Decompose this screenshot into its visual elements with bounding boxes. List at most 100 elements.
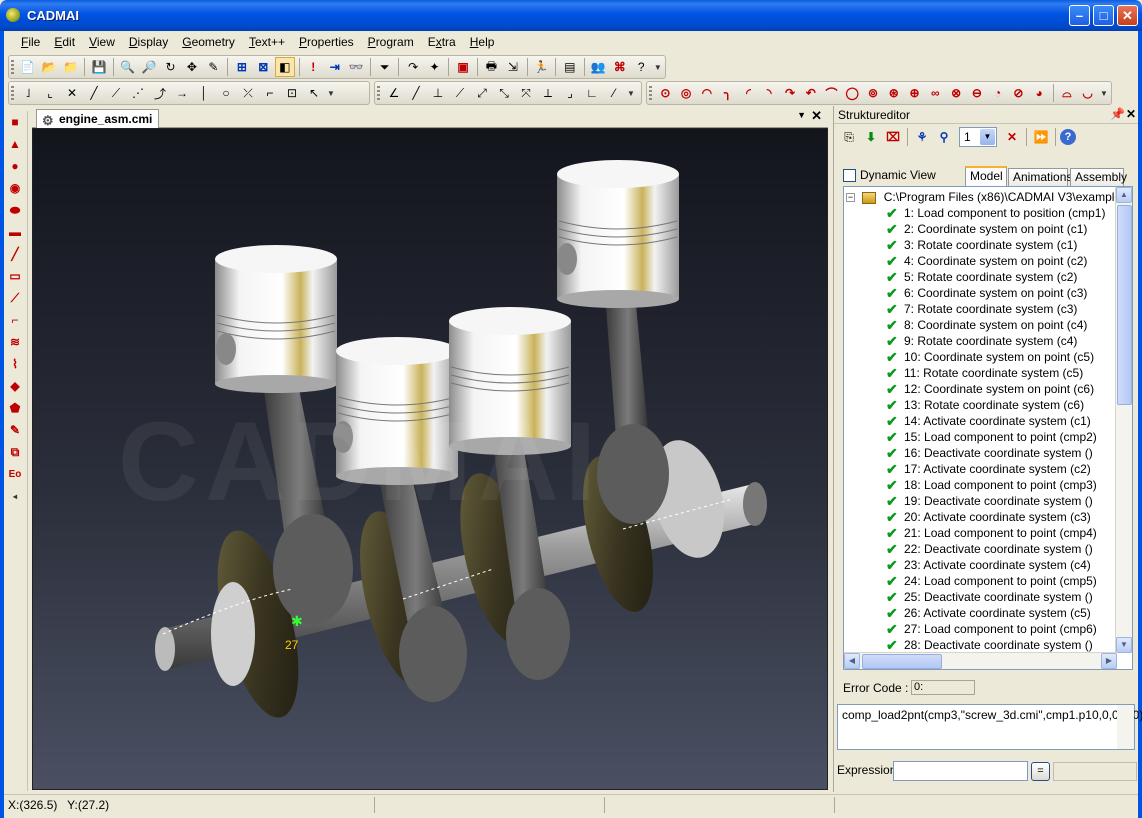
level-select[interactable]: 1 ▼ [959,127,997,147]
arc-circle-icon[interactable]: ⊙ [656,83,675,103]
pyramid-icon[interactable]: ◆ [4,375,26,397]
polyline-icon[interactable]: ⤴ [150,83,170,103]
circle-icon[interactable]: ○ [216,83,236,103]
toolbar-grip[interactable] [11,60,14,75]
menu-display[interactable]: Display [122,35,175,49]
menu-help[interactable]: Help [463,35,502,49]
stop-icon[interactable]: ! [304,57,323,77]
users-icon[interactable]: 👥 [589,57,608,77]
toolbar-overflow-icon[interactable]: ▼ [654,63,662,72]
menu-program[interactable]: Program [361,35,421,49]
tree-item[interactable]: ✔ 4: Coordinate system on point (c2) [886,253,1105,269]
select-mode-icon[interactable]: ◧ [275,57,295,77]
point-icon[interactable]: ˩ [18,83,38,103]
tree-item[interactable]: ✔ 8: Coordinate system on point (c4) [886,317,1105,333]
bend-icon[interactable]: ⌐ [4,309,26,331]
circle-tangent-icon[interactable]: ⊛ [884,83,903,103]
tree-item[interactable]: ✔ 3: Rotate coordinate system (c1) [886,237,1105,253]
collapse-tree-icon[interactable]: ⚲ [934,127,954,147]
menu-view[interactable]: View [82,35,122,49]
dynamic-view-checkbox[interactable]: Dynamic View [843,168,936,182]
tab-list-icon[interactable]: ▼ [797,110,806,120]
tree-vertical-scrollbar[interactable]: ▲ ▼ [1115,187,1132,653]
bisector-icon[interactable]: ⤫ [238,83,258,103]
tree-item[interactable]: ✔ 20: Activate coordinate system (c3) [886,509,1105,525]
eo-icon[interactable]: Eo [4,463,26,485]
redo-icon[interactable]: ↷ [403,57,422,77]
pdf-icon[interactable]: ▣ [453,57,472,77]
cursor-icon[interactable]: ↖ [304,83,324,103]
tree-horizontal-scrollbar[interactable]: ◀ ▶ [844,652,1117,669]
close-document-icon[interactable]: ✕ [811,108,822,124]
tree-item[interactable]: ✔ 15: Load component to point (cmp2) [886,429,1105,445]
circle-3pt-icon[interactable]: ◯ [843,83,862,103]
delete-step-icon[interactable]: ⌧ [883,127,903,147]
tree-item[interactable]: ✔ 14: Activate coordinate system (c1) [886,413,1105,429]
menu-file[interactable]: File [14,35,47,49]
help-icon[interactable]: ? [631,57,650,77]
scroll-right-icon[interactable]: ▶ [1101,653,1117,669]
tree-item[interactable]: ✔ 24: Load component to point (cmp5) [886,573,1105,589]
offset-icon[interactable]: ⟂ [538,83,558,103]
tab-animations[interactable]: Animations [1008,168,1072,186]
circle-arc-icon[interactable]: ◔ [988,83,1007,103]
circle-2pt-icon[interactable]: ⊚ [864,83,883,103]
arc-3d-b-icon[interactable]: ◡ [1078,83,1097,103]
circle-center-icon[interactable]: ◎ [677,83,696,103]
polyhedron-icon[interactable]: ⬟ [4,397,26,419]
wedge-solid-icon[interactable]: ▲ [4,133,26,155]
scroll-left-icon[interactable]: ◀ [844,653,860,669]
tree-root[interactable]: − C:\Program Files (x86)\CADMAI V3\examp… [846,189,1132,205]
tree-item[interactable]: ✔ 16: Deactivate coordinate system () [886,445,1105,461]
open-recent-icon[interactable]: 📁 [61,57,80,77]
boolean-icon[interactable]: ⧉ [4,441,26,463]
arc-icon[interactable]: ◠ [698,83,717,103]
perpendicular-icon[interactable]: ⊥ [428,83,448,103]
arc-corner-icon[interactable]: ╮ [718,83,737,103]
document-tab[interactable]: ⚙ engine_asm.cmi [36,109,160,129]
structure-tree[interactable]: − C:\Program Files (x86)\CADMAI V3\examp… [843,186,1133,670]
expand-tree-icon[interactable]: ⚘ [912,127,932,147]
circle-diam-icon[interactable]: ⊖ [967,83,986,103]
sphere-solid-icon[interactable]: ● [4,155,26,177]
refresh-icon[interactable]: ↻ [161,57,180,77]
tree-item[interactable]: ✔ 10: Coordinate system on point (c5) [886,349,1105,365]
pipe-icon[interactable]: ╱ [4,243,26,265]
open-folder-icon[interactable]: 📂 [39,57,58,77]
tree-item[interactable]: ✔ 23: Activate coordinate system (c4) [886,557,1105,573]
pencil-icon[interactable]: ✎ [204,57,223,77]
tree-item[interactable]: ✔ 18: Load component to point (cmp3) [886,477,1105,493]
slant-line-icon[interactable]: ╱ [406,83,426,103]
diagonal-icon[interactable]: ⤡ [494,83,514,103]
circles-icon[interactable]: ∞ [926,83,945,103]
circle-tan3-icon[interactable]: ⊗ [947,83,966,103]
tree-item[interactable]: ✔ 25: Deactivate coordinate system () [886,589,1105,605]
zoom-window-icon[interactable]: ⊠ [254,57,273,77]
close-window-button[interactable]: ✕ [1117,5,1138,26]
menu-edit[interactable]: Edit [47,35,82,49]
box-solid-icon[interactable]: ■ [4,111,26,133]
circle-radius-icon[interactable]: ⊕ [905,83,924,103]
scroll-thumb[interactable] [1117,205,1132,405]
arc-ccw-icon[interactable]: ↶ [801,83,820,103]
hscroll-thumb[interactable] [862,654,942,669]
circle-end-icon[interactable]: ◕ [1030,83,1049,103]
save-icon[interactable]: 💾 [89,57,108,77]
clear-icon[interactable]: ✕ [1002,127,1022,147]
tangent-icon[interactable]: ⟋ [450,83,470,103]
code-scrollbar[interactable] [1117,705,1134,749]
insert-step-icon[interactable]: ⎘ [839,127,859,147]
zoom-in-icon[interactable]: 🔍 [118,57,137,77]
torus-solid-icon[interactable]: ◉ [4,177,26,199]
menu-extra[interactable]: Extra [421,35,463,49]
tree-item[interactable]: ✔ 26: Activate coordinate system (c5) [886,605,1105,621]
tree-item[interactable]: ✔ 27: Load component to point (cmp6) [886,621,1105,637]
arrow-icon[interactable]: → [172,83,192,103]
scroll-up-icon[interactable]: ▲ [1116,187,1132,203]
extrude-icon[interactable]: ▬ [4,221,26,243]
brush-icon[interactable]: ✎ [4,419,26,441]
corner-icon[interactable]: ⌞ [40,83,60,103]
move-down-icon[interactable]: ⬇ [861,127,881,147]
network-icon[interactable]: ⌘ [610,57,629,77]
print-icon[interactable]: 🖶 [482,57,501,77]
